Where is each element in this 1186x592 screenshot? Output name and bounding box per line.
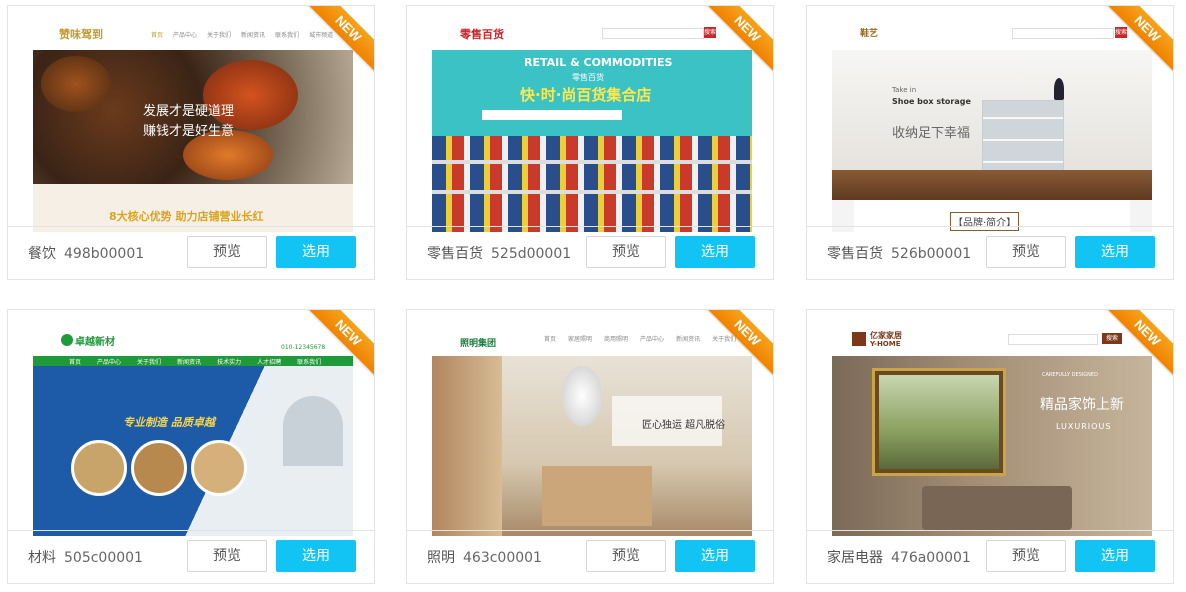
template-card: 零售百货 搜索 RETAIL & COMMODITIES 零售百货 快·时·尚百… [406,5,774,280]
card-footer: 餐饮 498b00001 预览 选用 [8,226,374,279]
thumb-logo: 照明集团 [460,339,497,349]
category-label: 餐饮 [28,246,56,262]
preview-button[interactable]: 预览 [986,236,1066,268]
card-footer: 照明 463c00001 预览 选用 [407,530,773,583]
template-code: 525d00001 [491,246,572,262]
template-label: 材料 505c00001 [28,547,143,567]
template-label: 餐饮 498b00001 [28,243,144,263]
thumb-logo: 卓越新材 [75,337,115,348]
card-footer: 零售百货 525d00001 预览 选用 [407,226,773,279]
template-thumbnail[interactable]: 赞味驾到 首页 产品中心 关于我们 新闻资讯 联系我们 城市频道 发展才是硬道理 赚钱才是… [33,16,353,232]
template-thumbnail[interactable]: 零售百货 搜索 RETAIL & COMMODITIES 零售百货 快·时·尚百… [432,16,752,232]
select-button[interactable]: 选用 [1075,540,1155,572]
template-card: 赞味驾到 首页 产品中心 关于我们 新闻资讯 联系我们 城市频道 发展才是硬道理 赚钱才是… [7,5,375,280]
thumb-footer-text: 8大核心优势 助力店铺营业长红 [109,210,264,223]
category-label: 照明 [427,550,455,566]
template-label: 零售百货 525d00001 [427,243,571,263]
preview-button[interactable]: 预览 [586,236,666,268]
thumb-logo: 赞味驾到 [59,28,103,41]
template-thumbnail[interactable]: 照明集团 首页 家居照明 商用照明 产品中心 新闻资讯 关于我们 匠心独运 超凡脱俗 [432,320,752,536]
preview-button[interactable]: 预览 [187,540,267,572]
select-button[interactable]: 选用 [1075,236,1155,268]
food-banner: 发展才是硬道理 赚钱才是好生意 [33,50,353,184]
template-label: 家居电器 476a00001 [827,547,971,567]
preview-button[interactable]: 预览 [986,540,1066,572]
lighting-banner: 匠心独运 超凡脱俗 [432,356,752,536]
template-card: 鞋艺 搜索 Take in Shoe box storage 收纳足下幸福 【品… [806,5,1174,280]
template-code: 526b00001 [891,246,972,262]
template-code: 505c00001 [64,550,143,566]
thumb-logo: 零售百货 [460,28,504,41]
home-banner: CAREFULLY DESIGNED 精品家饰上新 LUXURIOUS [832,356,1152,536]
thumb-logo: 鞋艺 [860,29,879,39]
template-thumbnail[interactable]: 鞋艺 搜索 Take in Shoe box storage 收纳足下幸福 【品… [832,16,1152,232]
select-button[interactable]: 选用 [675,540,755,572]
template-code: 476a00001 [891,550,971,566]
template-code: 498b00001 [64,246,145,262]
category-label: 零售百货 [827,246,883,262]
card-footer: 零售百货 526b00001 预览 选用 [807,226,1173,279]
card-footer: 材料 505c00001 预览 选用 [8,530,374,583]
template-thumbnail[interactable]: 卓越新材 010-12345678 首页 产品中心 关于我们 新闻资讯 技术实力 人才招聘… [33,320,353,536]
material-banner: 专业制造 品质卓越 [33,366,353,536]
select-button[interactable]: 选用 [276,236,356,268]
template-label: 零售百货 526b00001 [827,243,971,263]
template-label: 照明 463c00001 [427,547,542,567]
select-button[interactable]: 选用 [675,236,755,268]
template-card: 卓越新材 010-12345678 首页 产品中心 关于我们 新闻资讯 技术实力 人才招聘… [7,309,375,584]
preview-button[interactable]: 预览 [586,540,666,572]
retail-banner: RETAIL & COMMODITIES 零售百货 快·时·尚百货集合店 [432,50,752,232]
category-label: 家居电器 [827,550,883,566]
template-thumbnail[interactable]: 亿家家居 Y-HOME 搜索 CAREFULLY DESIGNED 精品家饰上新… [832,320,1152,536]
template-card: 亿家家居 Y-HOME 搜索 CAREFULLY DESIGNED 精品家饰上新… [806,309,1174,584]
category-label: 材料 [28,550,56,566]
card-footer: 家居电器 476a00001 预览 选用 [807,530,1173,583]
template-code: 463c00001 [463,550,542,566]
preview-button[interactable]: 预览 [187,236,267,268]
select-button[interactable]: 选用 [276,540,356,572]
thumb-nav: 首页 产品中心 关于我们 新闻资讯 技术实力 人才招聘 联系我们 [33,356,353,366]
template-card: 照明集团 首页 家居照明 商用照明 产品中心 新闻资讯 关于我们 匠心独运 超凡脱俗 NE… [406,309,774,584]
category-label: 零售百货 [427,246,483,262]
shoe-banner: Take in Shoe box storage 收纳足下幸福 [832,50,1152,184]
